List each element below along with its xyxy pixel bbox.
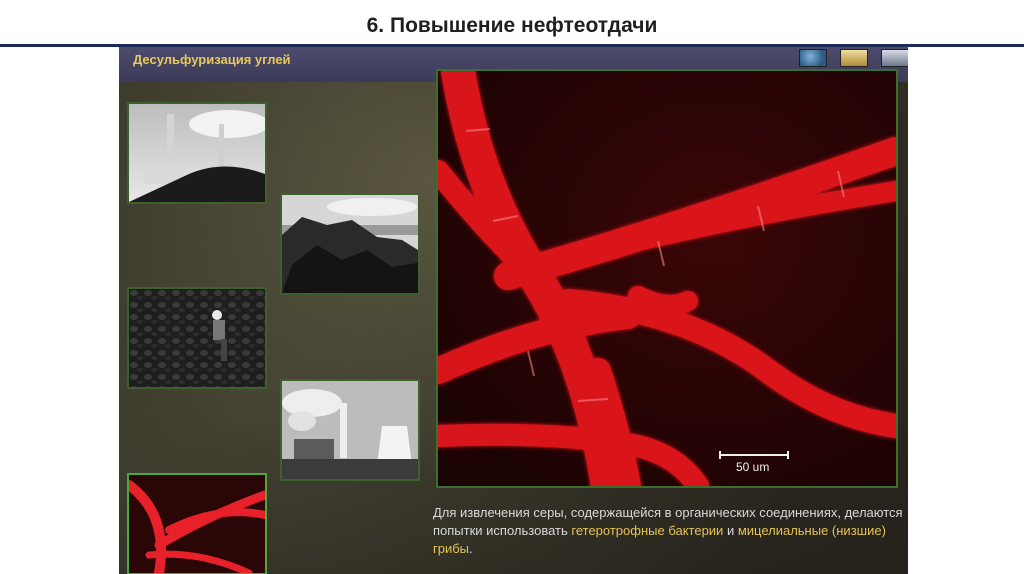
caption-text: Для извлечения серы, содержащейся в орга… bbox=[433, 504, 903, 558]
thumb-coal-rocks[interactable] bbox=[280, 193, 420, 295]
power-plant-coal-photo bbox=[129, 104, 265, 202]
thumb-bacteria-selected[interactable] bbox=[127, 473, 267, 574]
scale-bar bbox=[719, 451, 789, 459]
caption-highlight-bacteria[interactable]: гетеротрофные бактерии bbox=[571, 523, 723, 538]
power-plant-smoke-photo bbox=[282, 381, 418, 479]
coal-worker-photo bbox=[129, 289, 265, 387]
panel-icon[interactable] bbox=[881, 49, 908, 67]
coal-rocks-photo bbox=[282, 195, 418, 293]
scale-label: 50 um bbox=[736, 460, 770, 474]
globe-icon[interactable] bbox=[799, 49, 827, 67]
caption-part2: и bbox=[723, 523, 738, 538]
caption-part3: . bbox=[469, 541, 473, 556]
app-header-title: Десульфуризация углей bbox=[133, 52, 291, 67]
app-window: Десульфуризация углей 50 um Для извлечен… bbox=[119, 47, 908, 574]
thumb-coal-worker[interactable] bbox=[127, 287, 267, 389]
bacteria-microscopy-photo bbox=[438, 71, 896, 486]
main-microscopy-image: 50 um bbox=[436, 69, 898, 488]
book-icon[interactable] bbox=[840, 49, 868, 67]
bacteria-thumbnail-photo bbox=[129, 475, 265, 573]
slide-title: 6. Повышение нефтеотдачи bbox=[366, 14, 658, 37]
thumb-power-plant-coal-pile[interactable] bbox=[127, 102, 267, 204]
thumb-power-plant-smoke[interactable] bbox=[280, 379, 420, 481]
